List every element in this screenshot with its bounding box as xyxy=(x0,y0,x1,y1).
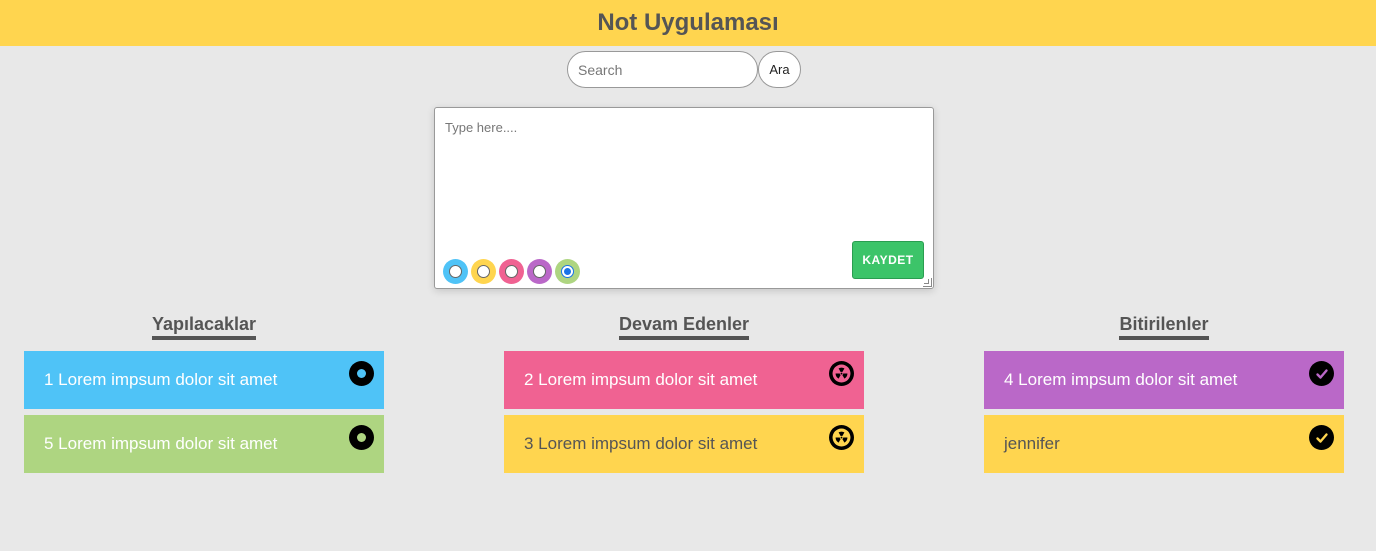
column-title-text: Devam Edenler xyxy=(618,313,750,340)
column-title: Yapılacaklar xyxy=(24,313,384,342)
color-swatch[interactable] xyxy=(499,259,524,284)
column-title: Devam Edenler xyxy=(504,313,864,342)
note-card[interactable]: 2 Lorem impsum dolor sit amet xyxy=(504,351,864,409)
resize-handle-icon[interactable] xyxy=(923,278,932,287)
column-title-text: Bitirilenler xyxy=(1119,313,1209,340)
check-icon[interactable] xyxy=(1309,361,1334,386)
color-radio[interactable] xyxy=(505,265,518,278)
note-card[interactable]: 1 Lorem impsum dolor sit amet xyxy=(24,351,384,409)
color-swatch[interactable] xyxy=(527,259,552,284)
note-text: 5 Lorem impsum dolor sit amet xyxy=(44,434,278,453)
color-radio[interactable] xyxy=(533,265,546,278)
note-text: jennifer xyxy=(1004,434,1060,453)
note-card[interactable]: jennifer xyxy=(984,415,1344,473)
record-icon[interactable] xyxy=(349,425,374,450)
note-text: 1 Lorem impsum dolor sit amet xyxy=(44,370,278,389)
note-card[interactable]: 4 Lorem impsum dolor sit amet xyxy=(984,351,1344,409)
color-swatch[interactable] xyxy=(443,259,468,284)
save-button[interactable]: KAYDET xyxy=(852,241,924,279)
column-1: Devam Edenler 2 Lorem impsum dolor sit am… xyxy=(504,313,864,479)
color-picker xyxy=(443,259,580,284)
color-radio[interactable] xyxy=(449,265,462,278)
column-title-text: Yapılacaklar xyxy=(151,313,257,340)
color-swatch[interactable] xyxy=(555,259,580,284)
note-card[interactable]: 5 Lorem impsum dolor sit amet xyxy=(24,415,384,473)
column-title: Bitirilenler xyxy=(984,313,1344,342)
search-input[interactable] xyxy=(567,51,758,88)
note-text: 2 Lorem impsum dolor sit amet xyxy=(524,370,758,389)
app-header: Not Uygulaması xyxy=(0,0,1376,46)
note-editor: KAYDET xyxy=(434,107,934,289)
radiation-icon[interactable] xyxy=(829,425,854,450)
radiation-icon[interactable] xyxy=(829,361,854,386)
record-icon[interactable] xyxy=(349,361,374,386)
column-0: Yapılacaklar 1 Lorem impsum dolor sit ame… xyxy=(24,313,384,479)
column-2: Bitirilenler 4 Lorem impsum dolor sit ame… xyxy=(984,313,1344,479)
search-button[interactable]: Ara xyxy=(758,51,801,88)
color-radio[interactable] xyxy=(477,265,490,278)
search-bar: Ara xyxy=(0,51,1376,88)
color-radio[interactable] xyxy=(561,265,574,278)
color-swatch[interactable] xyxy=(471,259,496,284)
note-text: 4 Lorem impsum dolor sit amet xyxy=(1004,370,1238,389)
check-icon[interactable] xyxy=(1309,425,1334,450)
note-text: 3 Lorem impsum dolor sit amet xyxy=(524,434,758,453)
app-title: Not Uygulaması xyxy=(597,9,779,36)
note-card[interactable]: 3 Lorem impsum dolor sit amet xyxy=(504,415,864,473)
